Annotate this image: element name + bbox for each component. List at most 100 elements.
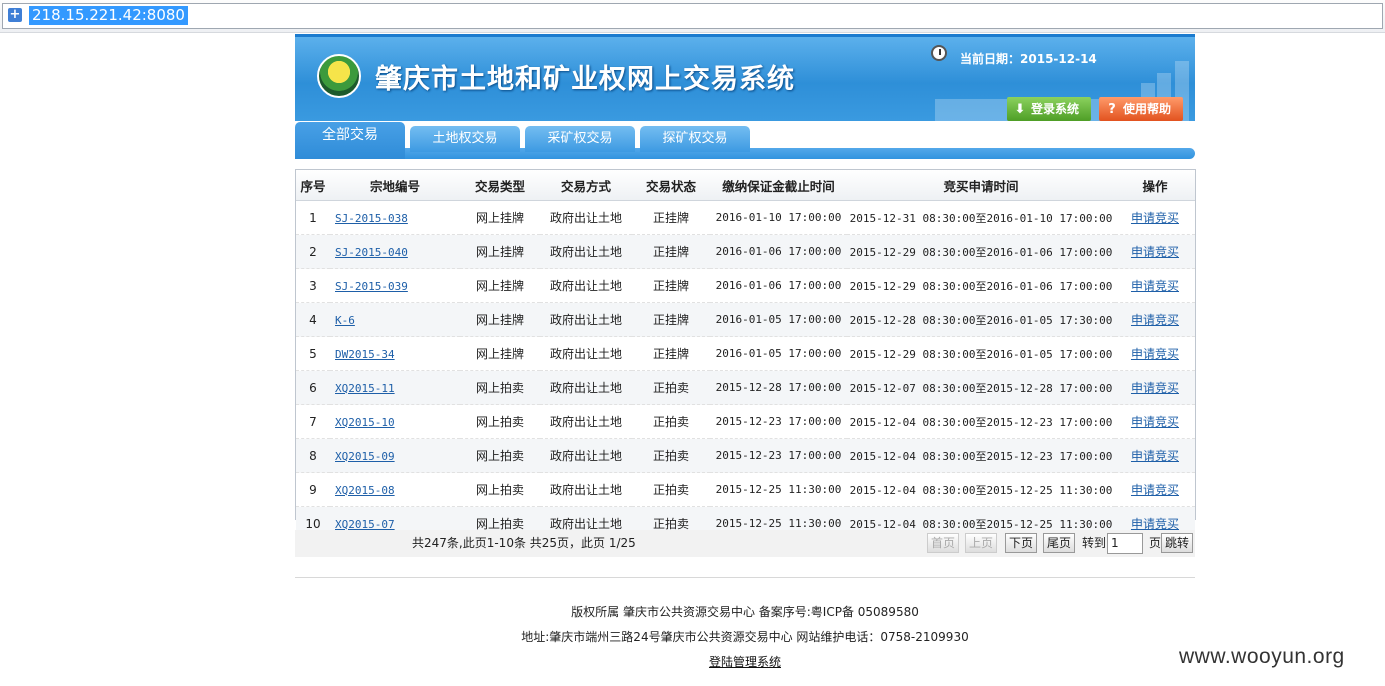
apply-bid-link[interactable]: 申请竞买: [1131, 347, 1179, 361]
apply-bid-link[interactable]: 申请竞买: [1131, 517, 1179, 531]
cell-deposit-deadline: 2016-01-10 17:00:00: [710, 200, 847, 235]
cell-action: 申请竞买: [1115, 472, 1195, 507]
tab-land-trades[interactable]: 土地权交易: [410, 126, 520, 152]
cell-apply-time: 2015-12-29 08:30:00至2016-01-06 17:00:00: [847, 268, 1115, 303]
trade-table-container: 序号 宗地编号 交易类型 交易方式 交易状态 缴纳保证金截止时间 竞买申请时间 …: [295, 169, 1196, 541]
parcel-link[interactable]: SJ-2015-040: [335, 246, 408, 259]
cell-apply-time-text: 2015-12-31 08:30:00至2016-01-10 17:00:00: [849, 211, 1113, 225]
parcel-link[interactable]: XQ2015-09: [335, 450, 395, 463]
add-site-icon[interactable]: +: [8, 8, 22, 22]
cell-trade-method: 政府出让土地: [540, 472, 632, 507]
cell-trade-type-text: 网上拍卖: [475, 415, 524, 429]
cell-trade-status: 正挂牌: [632, 234, 710, 269]
parcel-link[interactable]: K-6: [335, 314, 355, 327]
cell-number-text: 8: [309, 448, 317, 463]
apply-bid-link[interactable]: 申请竞买: [1131, 415, 1179, 429]
cell-trade-type-text: 网上拍卖: [475, 449, 524, 463]
cell-deposit-deadline: 2016-01-06 17:00:00: [710, 234, 847, 269]
first-page-button[interactable]: 首页: [927, 533, 960, 553]
cell-number: 5: [296, 336, 330, 371]
cell-trade-type: 网上挂牌: [460, 234, 540, 269]
apply-bid-link[interactable]: 申请竞买: [1131, 483, 1179, 497]
address-url[interactable]: 218.15.221.42:8080: [29, 6, 188, 25]
cell-number-text: 4: [309, 312, 317, 327]
cell-trade-status-text: 正挂牌: [652, 211, 689, 225]
cell-deposit-deadline-text: 2015-12-23 17:00:00: [715, 415, 842, 428]
apply-bid-link[interactable]: 申请竞买: [1131, 211, 1179, 225]
cell-trade-method-text: 政府出让土地: [549, 381, 622, 395]
login-button[interactable]: ⬇ 登录系统: [1007, 97, 1091, 121]
tab-exploration-trades[interactable]: 探矿权交易: [640, 126, 750, 152]
cell-number: 6: [296, 370, 330, 405]
site-title: 肇庆市土地和矿业权网上交易系统: [375, 64, 795, 95]
cell-apply-time: 2015-12-29 08:30:00至2016-01-06 17:00:00: [847, 234, 1115, 269]
cell-trade-type-text: 网上拍卖: [475, 483, 524, 497]
help-button[interactable]: ? 使用帮助: [1099, 97, 1183, 121]
cell-trade-status-text: 正拍卖: [652, 415, 689, 429]
admin-login-link[interactable]: 登陆管理系统: [709, 655, 781, 669]
cell-apply-time-text: 2015-12-04 08:30:00至2015-12-25 11:30:00: [849, 517, 1113, 531]
cell-trade-status-text: 正挂牌: [652, 347, 689, 361]
cell-trade-type: 网上挂牌: [460, 200, 540, 235]
parcel-link[interactable]: XQ2015-07: [335, 518, 395, 531]
address-input[interactable]: + 218.15.221.42:8080: [2, 3, 1383, 29]
apply-bid-link[interactable]: 申请竞买: [1131, 449, 1179, 463]
cell-action: 申请竞买: [1115, 336, 1195, 371]
cell-deposit-deadline-text: 2016-01-06 17:00:00: [715, 245, 842, 258]
cell-parcel-code: XQ2015-11: [330, 370, 460, 405]
cell-parcel-code: XQ2015-09: [330, 438, 460, 473]
cell-apply-time: 2015-12-07 08:30:00至2015-12-28 17:00:00: [847, 370, 1115, 405]
site-banner: 肇庆市土地和矿业权网上交易系统 当前日期：2015-12-14 ⬇ 登录系统 ? 使…: [295, 34, 1195, 121]
cell-action: 申请竞买: [1115, 404, 1195, 439]
apply-bid-link[interactable]: 申请竞买: [1131, 245, 1179, 259]
cell-deposit-deadline: 2015-12-25 11:30:00: [710, 472, 847, 507]
cell-trade-method-text: 政府出让土地: [549, 279, 622, 293]
next-page-button[interactable]: 下页: [1005, 533, 1038, 553]
col-header: 交易类型: [460, 170, 540, 201]
cell-number: 1: [296, 200, 330, 235]
cell-trade-type-text: 网上挂牌: [475, 245, 524, 259]
parcel-link[interactable]: XQ2015-08: [335, 484, 395, 497]
last-page-button[interactable]: 尾页: [1043, 533, 1076, 553]
parcel-link[interactable]: SJ-2015-038: [335, 212, 408, 225]
table-row: 6 XQ2015-11 网上拍卖 政府出让土地 正拍卖 2015-12-28 17:00:…: [296, 370, 1195, 405]
page-number-input[interactable]: 1: [1107, 533, 1143, 554]
tab-mining-trades[interactable]: 采矿权交易: [525, 126, 635, 152]
table-row: 9 XQ2015-08 网上拍卖 政府出让土地 正拍卖 2015-12-25 11:30:…: [296, 472, 1195, 507]
tab-all-trades[interactable]: 全部交易: [295, 122, 405, 159]
apply-bid-link[interactable]: 申请竞买: [1131, 381, 1179, 395]
footer-copyright: 版权所属 肇庆市公共资源交易中心 备案序号:粤ICP备 05089580: [571, 605, 919, 619]
arrow-down-icon: ⬇: [1014, 102, 1026, 117]
cell-action: 申请竞买: [1115, 438, 1195, 473]
cell-number-text: 3: [309, 278, 317, 293]
cell-number: 3: [296, 268, 330, 303]
cell-deposit-deadline-text: 2015-12-25 11:30:00: [715, 483, 842, 496]
table-row: 2 SJ-2015-040 网上挂牌 政府出让土地 正挂牌 2016-01-06 17:0…: [296, 234, 1195, 269]
cell-apply-time: 2015-12-04 08:30:00至2015-12-23 17:00:00: [847, 404, 1115, 439]
parcel-link[interactable]: XQ2015-10: [335, 416, 395, 429]
cell-deposit-deadline-text: 2016-01-10 17:00:00: [715, 211, 842, 224]
cell-trade-method-text: 政府出让土地: [549, 517, 622, 531]
parcel-link[interactable]: DW2015-34: [335, 348, 395, 361]
cell-apply-time: 2015-12-04 08:30:00至2015-12-25 11:30:00: [847, 472, 1115, 507]
parcel-link[interactable]: XQ2015-11: [335, 382, 395, 395]
cell-trade-method: 政府出让土地: [540, 370, 632, 405]
cell-trade-status-text: 正挂牌: [652, 279, 689, 293]
cell-apply-time-text: 2015-12-29 08:30:00至2016-01-06 17:00:00: [849, 279, 1113, 293]
cell-apply-time-text: 2015-12-04 08:30:00至2015-12-23 17:00:00: [849, 449, 1113, 463]
footer-divider: [295, 577, 1195, 578]
pagination-info: 共247条,此页1-10条 共25页，此页 1/25: [412, 536, 636, 550]
cell-apply-time-text: 2015-12-07 08:30:00至2015-12-28 17:00:00: [849, 381, 1113, 395]
cell-number-text: 2: [309, 244, 317, 259]
cell-trade-method: 政府出让土地: [540, 268, 632, 303]
apply-bid-link[interactable]: 申请竞买: [1131, 313, 1179, 327]
parcel-link[interactable]: SJ-2015-039: [335, 280, 408, 293]
cell-apply-time-text: 2015-12-28 08:30:00至2016-01-05 17:30:00: [849, 313, 1113, 327]
col-header: 竞买申请时间: [847, 170, 1115, 201]
jump-button[interactable]: 跳转: [1161, 533, 1194, 553]
cell-trade-status-text: 正拍卖: [652, 381, 689, 395]
prev-page-button[interactable]: 上页: [965, 533, 998, 553]
apply-bid-link[interactable]: 申请竞买: [1131, 279, 1179, 293]
cell-action: 申请竞买: [1115, 234, 1195, 269]
cell-trade-type: 网上拍卖: [460, 370, 540, 405]
